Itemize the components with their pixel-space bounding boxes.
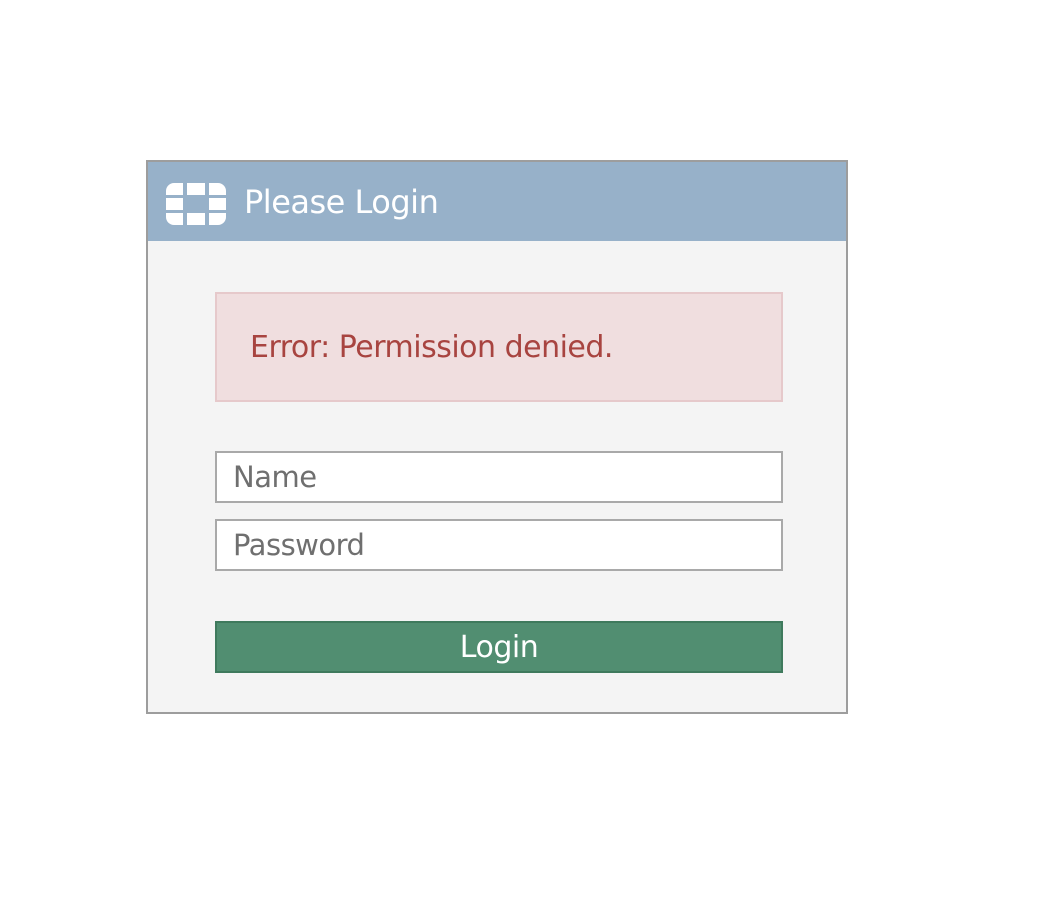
brand-logo-icon (166, 182, 226, 225)
name-input[interactable] (215, 451, 783, 503)
error-message: Error: Permission denied. (250, 329, 613, 365)
page-title: Please Login (244, 182, 439, 221)
panel-header: Please Login (148, 162, 846, 241)
error-alert: Error: Permission denied. (215, 292, 783, 402)
login-panel: Please Login Error: Permission denied. L… (146, 160, 848, 714)
login-button[interactable]: Login (215, 621, 783, 673)
password-input[interactable] (215, 519, 783, 571)
